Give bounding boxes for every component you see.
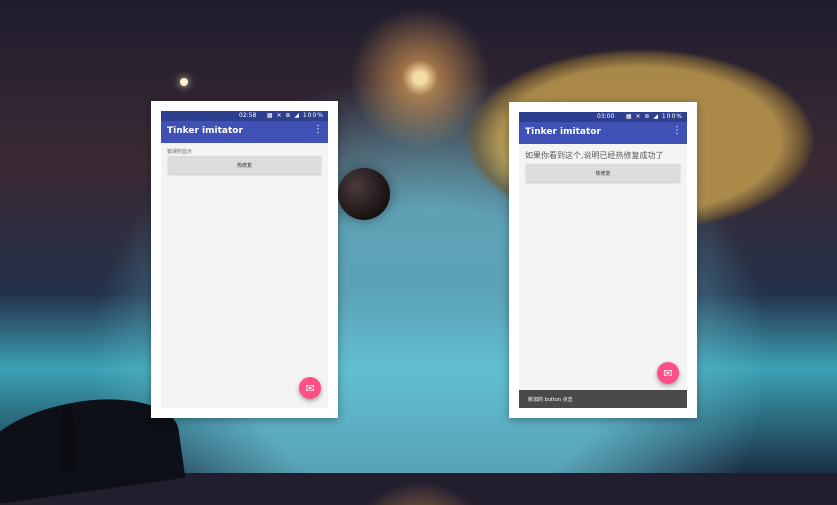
right-card: 03:00 ▦ ✕ ⊛ ◢ 100% Tinker imitator ⋮ 如果你… (509, 102, 697, 418)
status-time: 03:00 (597, 113, 615, 120)
moon (338, 168, 390, 220)
person-silhouette (60, 406, 74, 473)
overflow-menu-icon[interactable]: ⋮ (313, 125, 323, 135)
right-content: 如果你看到这个,说明已经热修复成功了 热修复 ✉ 新加的 button 点击 (519, 144, 687, 408)
status-icons: ▦ ✕ ⊛ ◢ 100% (266, 112, 324, 119)
status-icons: ▦ ✕ ⊛ ◢ 100% (625, 113, 683, 120)
left-phone-screen: 02:58 ▦ ✕ ⊛ ◢ 100% Tinker imitator ⋮ 错误的… (161, 111, 328, 408)
hotfix-success-label: 如果你看到这个,说明已经热修复成功了 (525, 151, 664, 160)
email-fab[interactable]: ✉ (657, 362, 679, 384)
hot-fix-button[interactable]: 热修复 (526, 164, 680, 182)
overflow-menu-icon[interactable]: ⋮ (672, 126, 682, 136)
space-background (0, 0, 837, 505)
left-app-toolbar: Tinker imitator ⋮ (161, 121, 328, 143)
email-icon: ✉ (305, 381, 315, 395)
left-card: 02:58 ▦ ✕ ⊛ ◢ 100% Tinker imitator ⋮ 错误的… (151, 101, 338, 418)
left-content: 错误的显示 热修复 ✉ (161, 143, 328, 408)
status-time: 02:58 (239, 112, 257, 119)
left-status-bar: 02:58 ▦ ✕ ⊛ ◢ 100% (161, 111, 328, 121)
right-phone-screen: 03:00 ▦ ✕ ⊛ ◢ 100% Tinker imitator ⋮ 如果你… (519, 112, 687, 408)
email-icon: ✉ (663, 366, 673, 380)
error-display-label: 错误的显示 (167, 149, 193, 155)
snackbar: 新加的 button 点击 (519, 390, 687, 408)
app-title: Tinker imitator (167, 126, 243, 136)
app-title: Tinker imitator (525, 127, 601, 137)
email-fab[interactable]: ✉ (299, 377, 321, 399)
right-app-toolbar: Tinker imitator ⋮ (519, 122, 687, 144)
star (180, 78, 188, 86)
right-status-bar: 03:00 ▦ ✕ ⊛ ◢ 100% (519, 112, 687, 122)
hot-fix-button[interactable]: 热修复 (168, 156, 321, 174)
